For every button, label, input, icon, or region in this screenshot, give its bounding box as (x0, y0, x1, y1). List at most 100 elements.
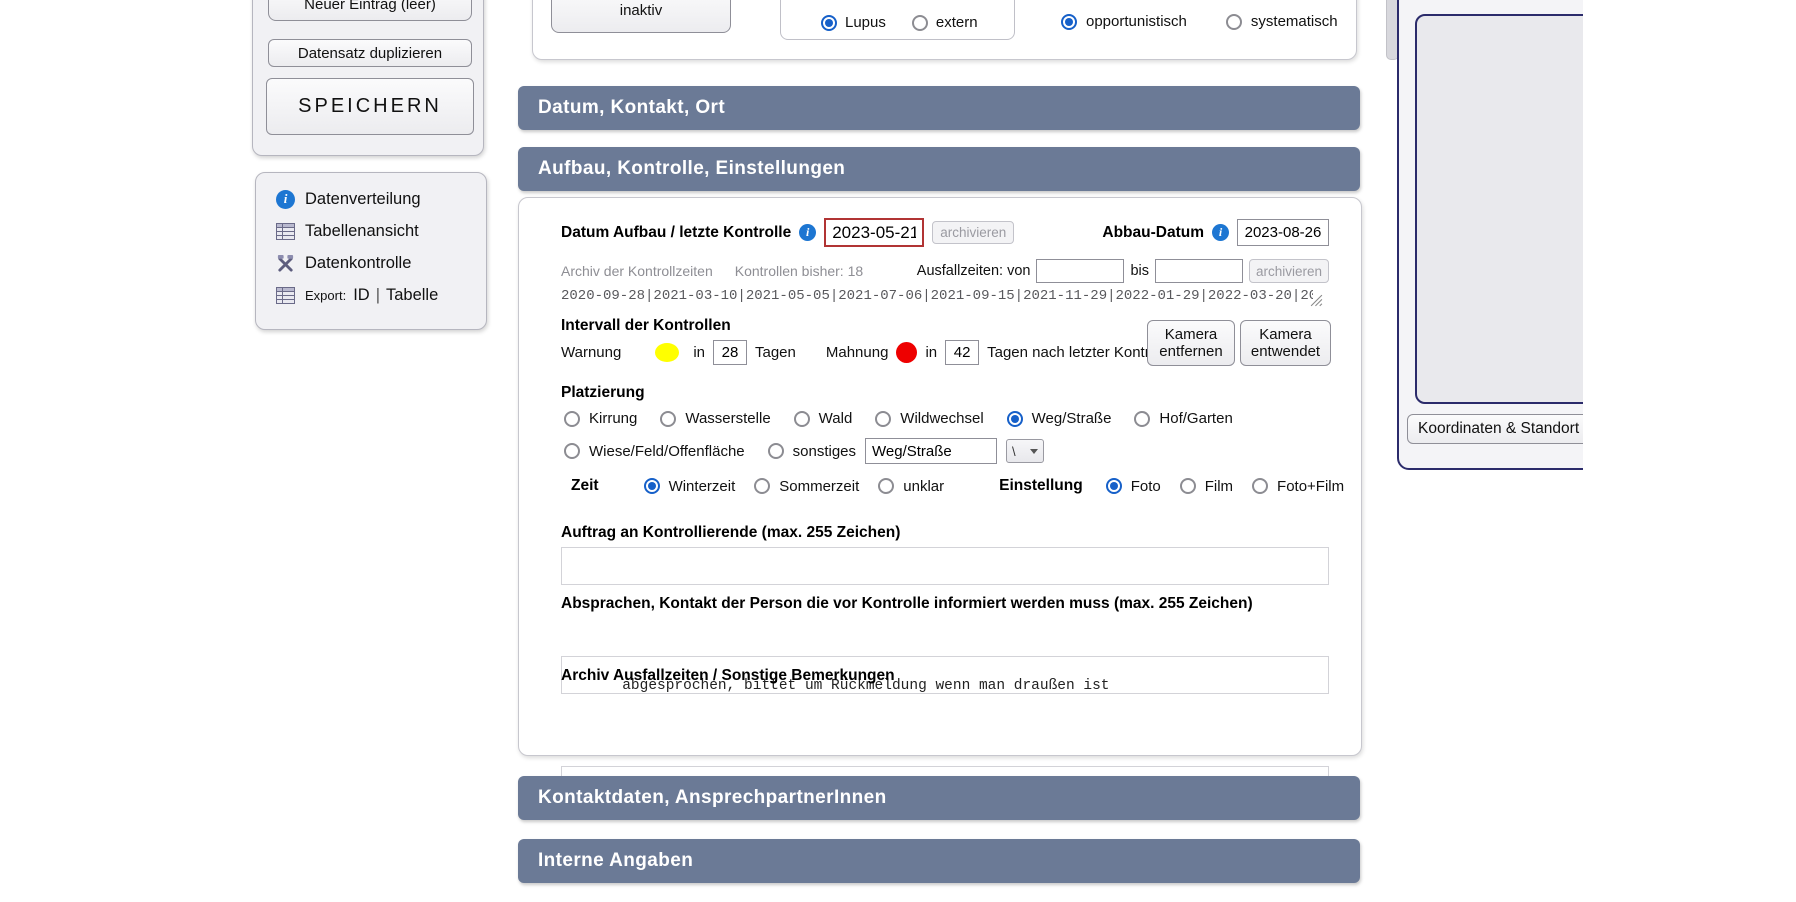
mode-radio-group: opportunistisch systematisch (1061, 13, 1338, 30)
kontroll-dates-field[interactable]: 2020-09-28|2021-03-10|2021-05-05|2021-07… (561, 288, 1313, 307)
radio-label: Sommerzeit (779, 478, 859, 495)
tools-icon (276, 254, 295, 273)
radio-wildwechsel[interactable] (875, 411, 891, 427)
intervall-row: Warnung in Tagen Mahnung in Tagen nach l… (561, 340, 1177, 365)
radio-label: Weg/Straße (1032, 410, 1112, 427)
menu-label: Datenverteilung (305, 190, 421, 209)
menu-label: Tabellenansicht (305, 222, 419, 241)
radio-opportunistisch-label: opportunistisch (1086, 13, 1187, 30)
radio-label: Wald (819, 410, 853, 427)
radio-lupus[interactable] (821, 15, 837, 31)
inactive-label: inaktiv (620, 2, 663, 19)
table-icon (276, 287, 295, 304)
radio-sommerzeit[interactable] (754, 478, 770, 494)
resize-grip-icon[interactable] (1313, 678, 1326, 691)
radio-extern[interactable] (912, 15, 928, 31)
platzierung-row-1: Kirrung Wasserstelle Wald Wildwechsel We… (564, 410, 1233, 427)
save-button[interactable]: SPEICHERN (266, 78, 474, 135)
radio-label: unklar (903, 478, 944, 495)
menu-item-datenverteilung[interactable]: i Datenverteilung (276, 183, 486, 215)
zeit-title: Zeit (571, 477, 599, 495)
export-id-link[interactable]: ID (353, 286, 370, 305)
intervall-title: Intervall der Kontrollen (561, 317, 731, 335)
radio-label: Foto+Film (1277, 478, 1344, 495)
actions-panel: Neuer Eintrag (leer) Datensatz duplizier… (252, 0, 484, 156)
info-icon[interactable]: i (1212, 224, 1229, 241)
radio-wald[interactable] (794, 411, 810, 427)
kontrollen-bisher-text: Kontrollen bisher: 18 (735, 263, 863, 279)
radio-label: Wiese/Feld/Offenfläche (589, 443, 745, 460)
kamera-entwendet-label: Kamera entwendet (1241, 326, 1330, 361)
menu-item-export: Export: ID | Tabelle (276, 279, 486, 311)
in-label: in (693, 344, 705, 361)
sonstiges-input[interactable] (865, 438, 997, 464)
radio-label: Winterzeit (669, 478, 736, 495)
bis-label: bis (1130, 263, 1149, 279)
warnung-label: Warnung (561, 344, 621, 361)
inactive-button[interactable]: inaktiv (551, 0, 731, 33)
resize-grip-icon[interactable] (1310, 294, 1323, 307)
archivieren-label: archivieren (940, 225, 1006, 240)
radio-foto[interactable] (1106, 478, 1122, 494)
warn-days-input[interactable] (713, 340, 747, 365)
info-icon: i (276, 190, 295, 209)
menu-item-tabellenansicht[interactable]: Tabellenansicht (276, 215, 486, 247)
radio-hof-garten[interactable] (1134, 411, 1150, 427)
tagen-label: Tagen (755, 344, 796, 361)
radio-unklar[interactable] (878, 478, 894, 494)
kamera-entwendet-button[interactable]: Kamera entwendet (1240, 320, 1331, 366)
koordinaten-standort-button[interactable]: Koordinaten & Standort (1407, 414, 1583, 444)
radio-label: Film (1205, 478, 1233, 495)
section-bar-aufbau[interactable]: Aufbau, Kontrolle, Einstellungen (518, 147, 1360, 191)
section-bar-datum-kontakt-ort[interactable]: Datum, Kontakt, Ort (518, 86, 1360, 130)
radio-systematisch[interactable] (1226, 14, 1242, 30)
auftrag-textarea[interactable] (561, 547, 1329, 585)
kamera-entfernen-button[interactable]: Kamera entfernen (1147, 320, 1235, 366)
resize-grip-icon[interactable] (1313, 569, 1326, 582)
platzierung-dropdown[interactable]: \ (1006, 439, 1044, 463)
archivieren-button-2[interactable]: archivieren (1249, 259, 1329, 283)
radio-wiese-feld[interactable] (564, 443, 580, 459)
ausfall-bis-input[interactable] (1155, 259, 1243, 283)
mahn-days-input[interactable] (945, 340, 979, 365)
archivieren-button-1[interactable]: archivieren (932, 221, 1014, 244)
radio-sonstiges[interactable] (768, 443, 784, 459)
ausfall-von-input[interactable] (1036, 259, 1124, 283)
info-icon[interactable]: i (799, 224, 816, 241)
export-prefix: Export: (305, 288, 346, 303)
duplicate-record-button[interactable]: Datensatz duplizieren (268, 39, 472, 67)
status-fieldset: inaktiv Lupus extern opportunistisch sys… (532, 0, 1357, 60)
section-bar-interne-angaben[interactable]: Interne Angaben (518, 839, 1360, 883)
export-table-link[interactable]: Tabelle (386, 286, 438, 305)
right-panel-clip: Koordinaten & Standort (1396, 0, 1583, 902)
radio-kirrung[interactable] (564, 411, 580, 427)
archiv-bemerkungen-label: Archiv Ausfallzeiten / Sonstige Bemerkun… (561, 667, 895, 685)
kontroll-dates-text: 2020-09-28|2021-03-10|2021-05-05|2021-07… (561, 288, 1313, 304)
radio-label: Foto (1131, 478, 1161, 495)
datum-aufbau-label: Datum Aufbau / letzte Kontrolle (561, 224, 791, 242)
archiv-row: Archiv der Kontrollzeiten Kontrollen bis… (561, 259, 1329, 283)
table-icon (276, 223, 295, 240)
radio-label: Wildwechsel (900, 410, 983, 427)
radio-film[interactable] (1180, 478, 1196, 494)
new-entry-button[interactable]: Neuer Eintrag (leer) (268, 0, 472, 21)
section-bar-kontaktdaten[interactable]: Kontaktdaten, AnsprechpartnerInnen (518, 776, 1360, 820)
save-label: SPEICHERN (298, 95, 442, 118)
radio-label: sonstiges (793, 443, 856, 460)
abbau-datum-input[interactable] (1237, 219, 1329, 246)
radio-weg-strasse[interactable] (1007, 411, 1023, 427)
section-bar-label: Aufbau, Kontrolle, Einstellungen (538, 158, 845, 180)
radio-wasserstelle[interactable] (660, 411, 676, 427)
datum-aufbau-input[interactable] (824, 218, 924, 247)
dropdown-value: \ (1012, 444, 1016, 459)
radio-opportunistisch[interactable] (1061, 14, 1077, 30)
radio-label: Hof/Garten (1159, 410, 1232, 427)
radio-foto-film[interactable] (1252, 478, 1268, 494)
menu-item-datenkontrolle[interactable]: Datenkontrolle (276, 247, 486, 279)
platzierung-title: Platzierung (561, 384, 645, 402)
duplicate-record-label: Datensatz duplizieren (298, 45, 442, 62)
aufbau-form-panel: Datum Aufbau / letzte Kontrolle i archiv… (518, 197, 1362, 756)
chevron-down-icon (1030, 449, 1038, 454)
radio-winterzeit[interactable] (644, 478, 660, 494)
archiv-kontrollzeiten-link[interactable]: Archiv der Kontrollzeiten (561, 263, 713, 279)
